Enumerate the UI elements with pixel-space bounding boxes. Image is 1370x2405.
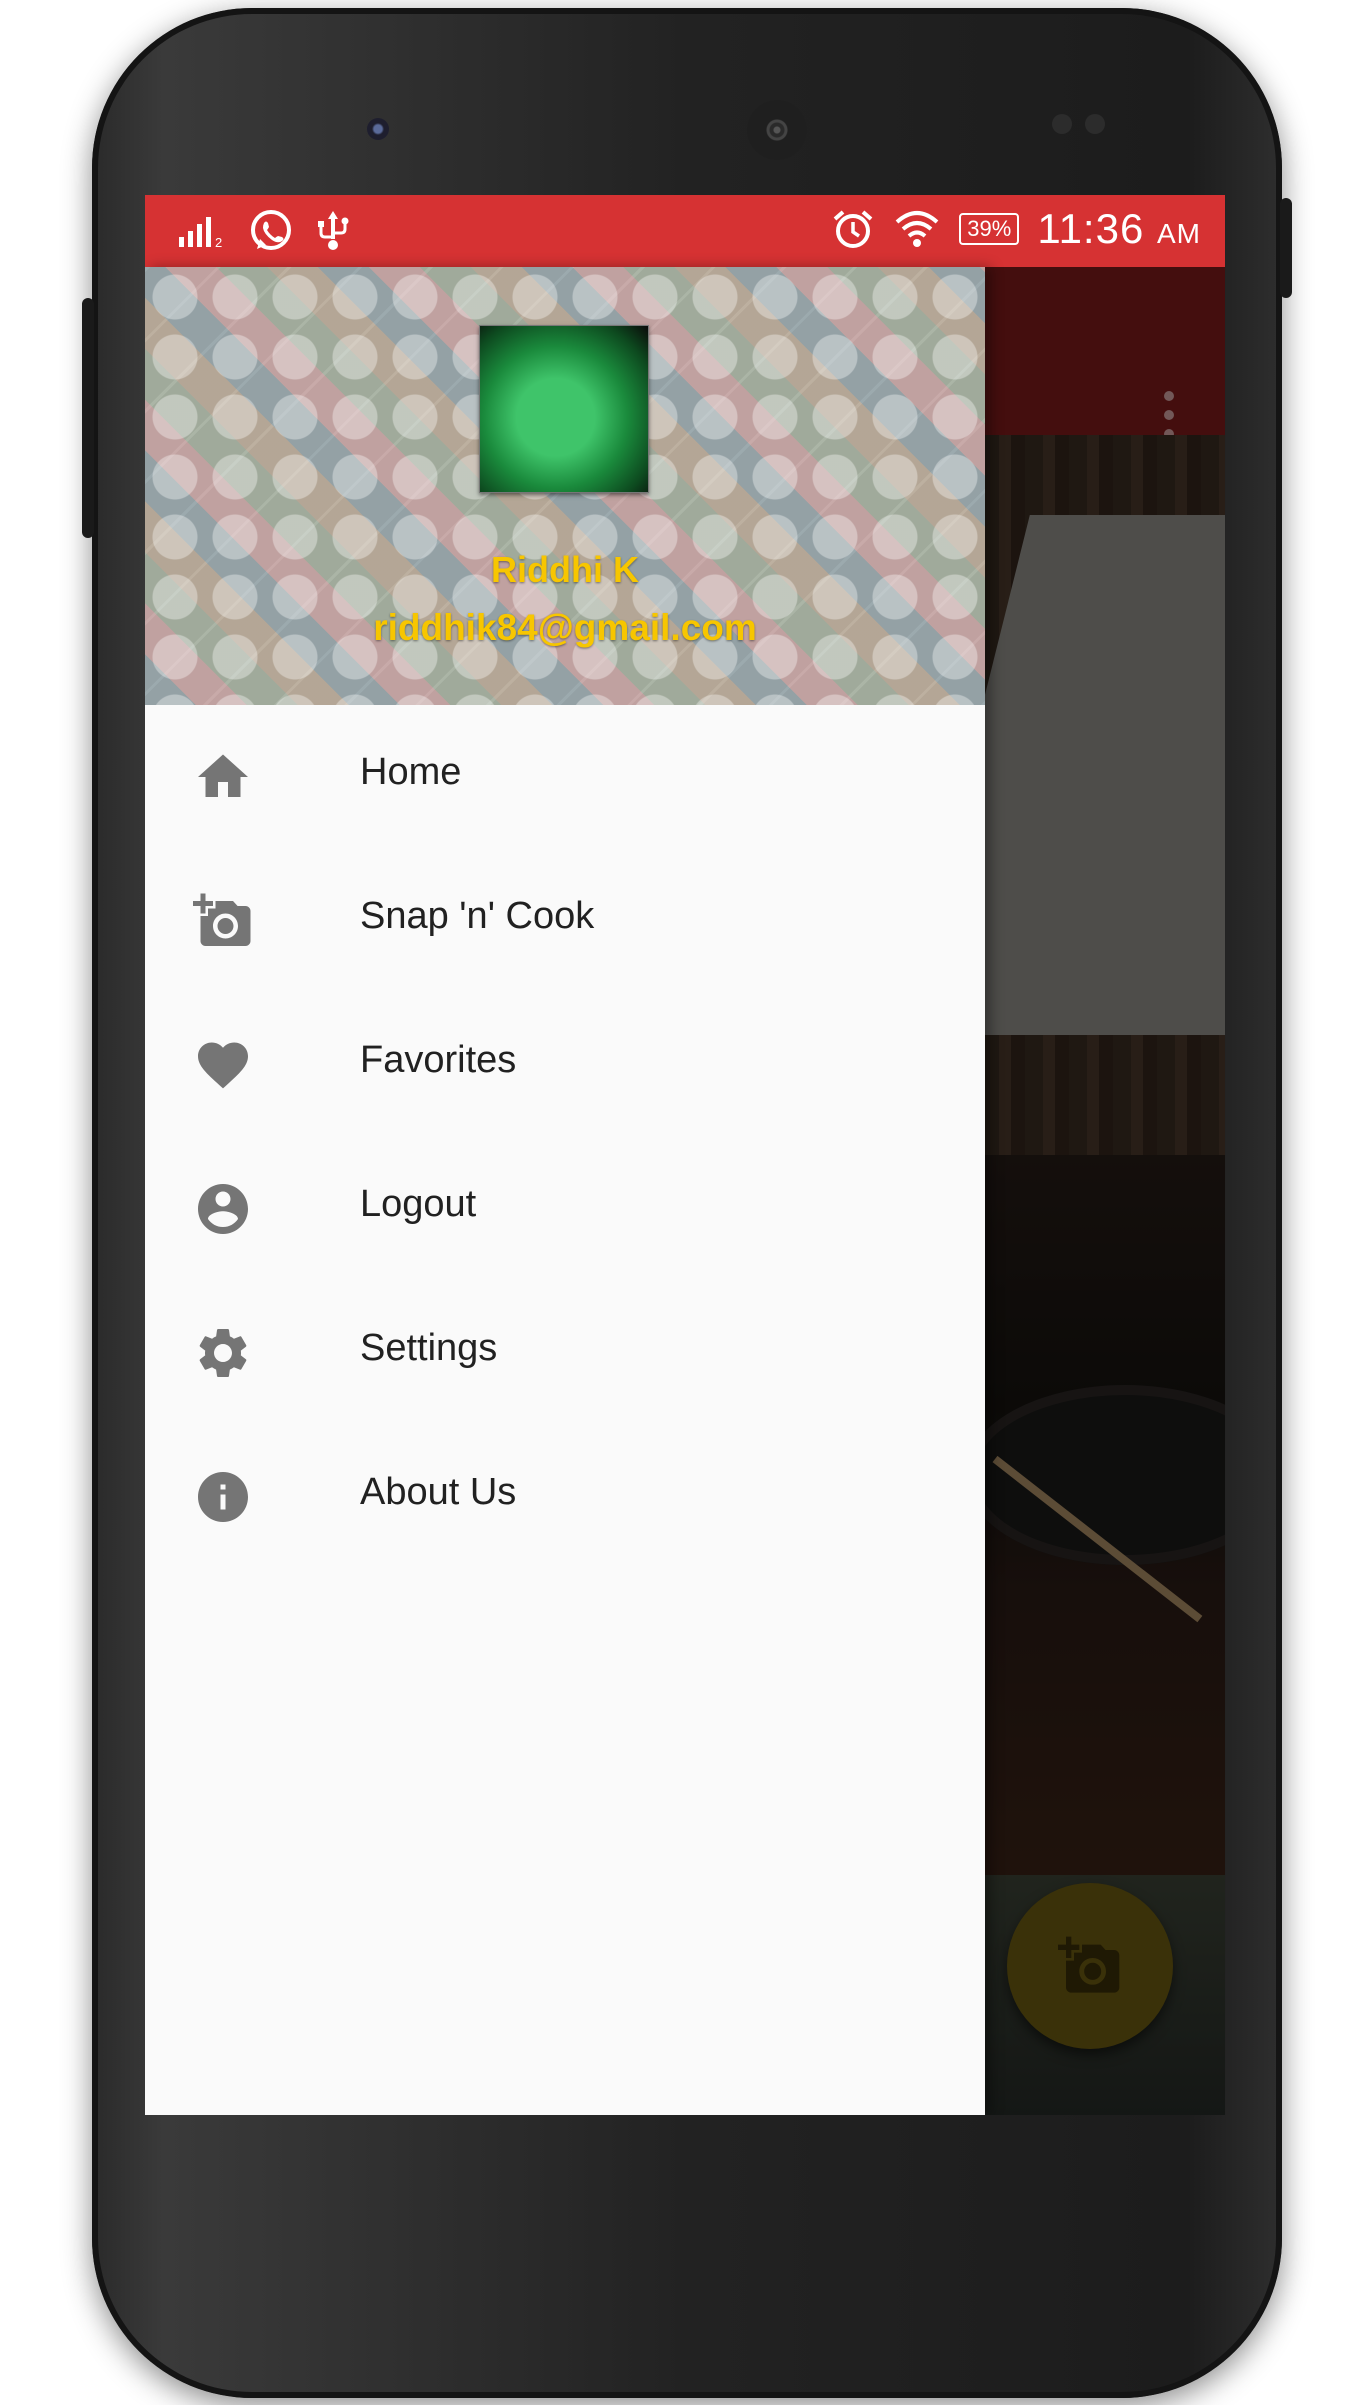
menu-item-label: Settings [360,1327,498,1369]
drawer-header: Riddhi K riddhik84@gmail.com [145,267,985,705]
menu-item-label: Favorites [360,1039,517,1081]
menu-item-snap-n-cook[interactable]: Snap 'n' Cook [145,849,985,993]
clock-ampm: AM [1157,218,1201,249]
battery-indicator: 39% [959,213,1020,245]
gear-icon [199,1329,247,1377]
menu-item-about-us[interactable]: About Us [145,1425,985,1569]
wifi-icon [895,211,939,247]
menu-item-favorites[interactable]: Favorites [145,993,985,1137]
account-circle-icon [198,1184,248,1234]
proximity-sensor [1052,114,1072,134]
home-icon [198,754,248,797]
menu-item-home[interactable]: Home [145,705,985,849]
whatsapp-icon [251,210,291,250]
svg-text:2: 2 [215,235,222,250]
signal-icon: 2 [179,217,222,250]
menu-item-label: Snap 'n' Cook [360,895,595,937]
add-a-photo-icon [193,893,251,946]
avatar[interactable] [479,325,649,493]
menu-item-logout[interactable]: Logout [145,1137,985,1281]
front-camera [367,118,389,140]
phone-screen: 2 39% 11:36 AM Riddhi K riddhik84@gmail.… [145,195,1225,2115]
usb-icon [318,211,349,250]
menu-item-label: Logout [360,1183,477,1225]
menu-item-settings[interactable]: Settings [145,1281,985,1425]
heart-icon [198,1042,248,1089]
menu-item-label: Home [360,751,462,793]
info-icon [198,1472,248,1522]
user-name: Riddhi K [491,549,639,590]
menu-item-label: About Us [360,1471,517,1513]
drawer-menu: Home Snap 'n' Cook Favorites Logout Sett… [145,705,985,1569]
alarm-icon [833,210,873,248]
light-sensor [1085,114,1105,134]
earpiece-speaker [747,100,807,160]
power-button [1280,198,1292,298]
navigation-drawer: Riddhi K riddhik84@gmail.com Home Snap '… [145,267,985,2115]
status-clock: 11:36 AM [1037,205,1201,253]
user-email: riddhik84@gmail.com [373,607,757,648]
volume-button [82,298,94,538]
status-bar: 2 39% 11:36 AM [145,195,1225,267]
clock-time: 11:36 [1037,205,1145,252]
